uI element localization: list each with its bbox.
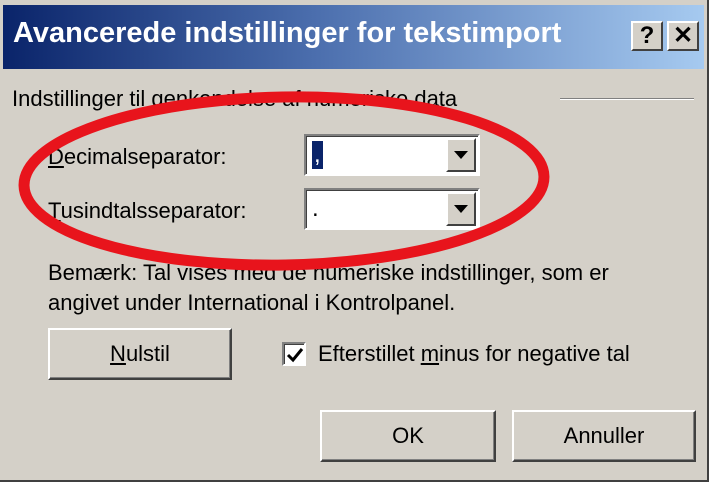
- decimal-separator-combobox[interactable]: ,: [304, 134, 480, 176]
- thousands-separator-label: Tusindtalsseparator:: [48, 198, 247, 223]
- thousands-separator-dropdown-button[interactable]: [446, 192, 476, 226]
- ok-button[interactable]: OK: [320, 410, 496, 462]
- note-text: Bemærk: Tal vises med de numeriske indst…: [48, 258, 688, 318]
- trailing-minus-label: Efterstillet minus for negative tal: [318, 341, 630, 366]
- close-icon: ✕: [672, 22, 694, 49]
- note-line-2: angivet under International i Kontrolpan…: [48, 290, 456, 315]
- text-import-advanced-dialog: Avancerede indstillinger for tekstimport…: [0, 0, 709, 482]
- close-button[interactable]: ✕: [667, 21, 699, 51]
- group-divider: [560, 98, 694, 100]
- dialog-title: Avancerede indstillinger for tekstimport: [13, 17, 562, 49]
- decimal-separator-value[interactable]: ,: [312, 141, 323, 169]
- reset-button[interactable]: Nulstil: [48, 328, 232, 380]
- trailing-minus-checkbox-row[interactable]: Efterstillet minus for negative tal: [282, 338, 630, 370]
- group-label: Indstillinger til genkendelse af numeris…: [12, 86, 458, 111]
- trailing-minus-checkbox[interactable]: [282, 342, 306, 366]
- title-bar[interactable]: Avancerede indstillinger for tekstimport…: [3, 5, 704, 69]
- chevron-down-icon: [454, 205, 468, 213]
- checkmark-icon: [286, 348, 304, 363]
- decimal-separator-label: Decimalseparator:: [48, 144, 227, 169]
- chevron-down-icon: [454, 151, 468, 159]
- thousands-separator-value[interactable]: .: [312, 195, 319, 223]
- help-icon: ?: [639, 22, 655, 49]
- cancel-button[interactable]: Annuller: [512, 410, 696, 462]
- decimal-separator-dropdown-button[interactable]: [446, 138, 476, 172]
- help-button[interactable]: ?: [631, 21, 663, 51]
- thousands-separator-combobox[interactable]: .: [304, 188, 480, 230]
- note-line-1: Bemærk: Tal vises med de numeriske indst…: [48, 260, 609, 285]
